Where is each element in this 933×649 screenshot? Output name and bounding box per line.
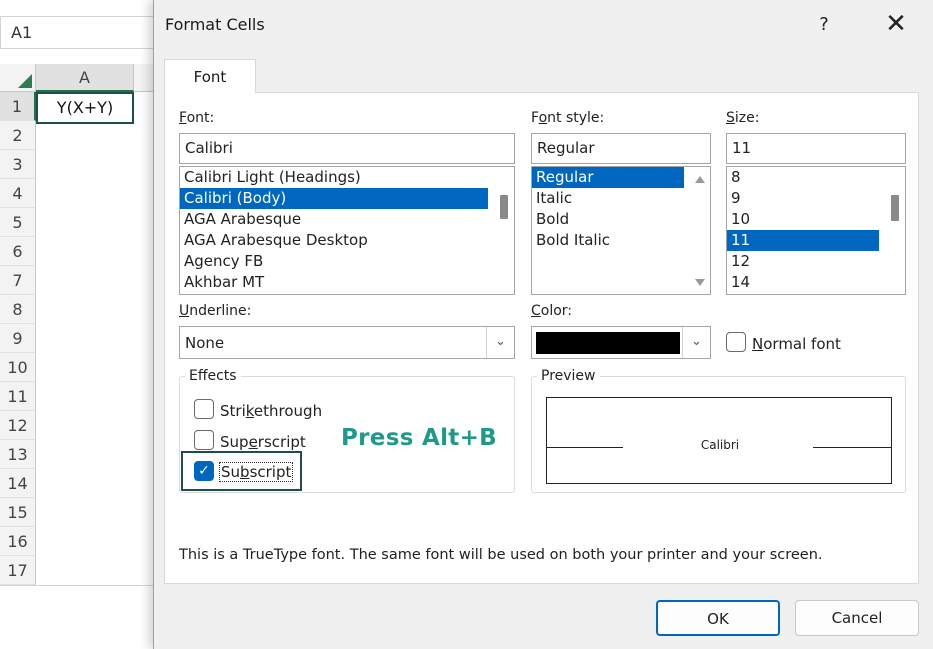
superscript-label[interactable]: Superscript xyxy=(220,433,306,451)
scroll-down-arrow-icon[interactable] xyxy=(695,279,705,286)
list-item[interactable]: 8 xyxy=(727,167,905,188)
dialog-titlebar[interactable]: Format Cells ? ✕ xyxy=(154,0,933,50)
font-style-list-scrollbar[interactable] xyxy=(690,167,710,294)
underline-select[interactable]: None ⌄ xyxy=(179,326,515,359)
underline-value: None xyxy=(185,334,225,352)
row-header[interactable]: 1 xyxy=(0,92,36,121)
preview-sample-text: Calibri xyxy=(700,438,740,452)
row-header[interactable]: 17 xyxy=(0,556,36,585)
subscript-checkbox[interactable]: ✓ xyxy=(194,461,214,481)
row-header[interactable]: 6 xyxy=(0,237,36,266)
list-item-selected[interactable]: Regular xyxy=(532,167,684,188)
list-item[interactable]: AGA Arabesque xyxy=(180,209,514,230)
list-item[interactable]: 10 xyxy=(727,209,905,230)
size-list-scrollbar[interactable] xyxy=(885,167,905,294)
shortcut-hint: Press Alt+B xyxy=(341,425,497,451)
font-list-scrollbar[interactable] xyxy=(494,167,514,294)
checkmark-icon: ✓ xyxy=(198,463,210,479)
normal-font-label[interactable]: Normal font xyxy=(752,335,841,353)
color-select[interactable]: ⌄ xyxy=(531,326,711,359)
row-header[interactable]: 10 xyxy=(0,353,36,382)
row-header[interactable]: 4 xyxy=(0,179,36,208)
superscript-checkbox[interactable] xyxy=(194,430,214,450)
list-item[interactable]: AGA Arabesque Desktop xyxy=(180,230,514,251)
list-item[interactable]: Agency FB xyxy=(180,251,514,272)
dialog-title: Format Cells xyxy=(165,15,265,34)
font-style-list[interactable]: Regular Italic Bold Bold Italic xyxy=(531,166,711,295)
list-item[interactable]: 9 xyxy=(727,188,905,209)
list-item[interactable]: Bold Italic xyxy=(532,230,710,251)
format-cells-dialog: Format Cells ? ✕ Font Font: Calibri Cali… xyxy=(153,0,933,649)
chevron-down-icon[interactable]: ⌄ xyxy=(682,327,710,358)
close-icon[interactable]: ✕ xyxy=(874,6,918,42)
preview-title: Preview xyxy=(537,368,600,384)
row-header[interactable]: 15 xyxy=(0,498,36,527)
font-label: Font: xyxy=(179,110,215,126)
row-header[interactable]: 2 xyxy=(0,121,36,150)
font-style-label: Font style: xyxy=(531,110,605,126)
name-box[interactable]: A1 xyxy=(0,16,158,49)
row-header[interactable]: 12 xyxy=(0,411,36,440)
select-all-triangle-icon xyxy=(18,74,32,88)
scroll-up-arrow-icon[interactable] xyxy=(695,176,705,183)
list-item[interactable]: 14 xyxy=(727,272,905,293)
row-header[interactable]: 3 xyxy=(0,150,36,179)
font-list[interactable]: Calibri Light (Headings) Calibri (Body) … xyxy=(179,166,515,295)
row-header[interactable]: 5 xyxy=(0,208,36,237)
row-header[interactable]: 7 xyxy=(0,266,36,295)
row-header[interactable]: 9 xyxy=(0,324,36,353)
list-item-selected[interactable]: 11 xyxy=(727,230,879,251)
list-item-selected[interactable]: Calibri (Body) xyxy=(180,188,488,209)
list-item[interactable]: Akhbar MT xyxy=(180,272,514,293)
font-style-input[interactable]: Regular xyxy=(531,133,711,164)
row-header[interactable]: 16 xyxy=(0,527,36,556)
strikethrough-label[interactable]: Strikethrough xyxy=(220,402,322,420)
size-input[interactable]: 11 xyxy=(726,133,906,164)
underline-label: Underline: xyxy=(179,303,252,319)
column-header-a[interactable]: A xyxy=(36,64,134,92)
chevron-down-icon[interactable]: ⌄ xyxy=(486,327,514,358)
ok-button[interactable]: OK xyxy=(656,600,780,636)
scrollbar-thumb[interactable] xyxy=(500,195,508,219)
color-swatch xyxy=(536,332,680,354)
row-header[interactable]: 13 xyxy=(0,440,36,469)
tab-font[interactable]: Font xyxy=(164,59,256,93)
strikethrough-checkbox[interactable] xyxy=(194,399,214,419)
list-item[interactable]: Bold xyxy=(532,209,710,230)
list-item[interactable]: 12 xyxy=(727,251,905,272)
normal-font-checkbox[interactable] xyxy=(726,332,746,352)
preview-box: Calibri xyxy=(546,397,892,484)
row-headers: 1 2 3 4 5 6 7 8 9 10 11 12 13 14 15 16 1… xyxy=(0,92,36,585)
size-label: Size: xyxy=(726,110,760,126)
truetype-note: This is a TrueType font. The same font w… xyxy=(179,547,823,563)
font-input[interactable]: Calibri xyxy=(179,133,515,164)
size-list[interactable]: 8 9 10 11 12 14 xyxy=(726,166,906,295)
color-label: Color: xyxy=(531,303,573,319)
cell-a1[interactable]: Y(X+Y) xyxy=(36,92,134,124)
worksheet-grid: A 1 2 3 4 5 6 7 8 9 10 11 12 13 14 15 16… xyxy=(0,64,160,586)
list-item[interactable]: Italic xyxy=(532,188,710,209)
cancel-button[interactable]: Cancel xyxy=(795,600,919,636)
scrollbar-thumb[interactable] xyxy=(891,195,899,221)
row-header[interactable]: 14 xyxy=(0,469,36,498)
subscript-label[interactable]: Subscript xyxy=(218,462,294,482)
help-button[interactable]: ? xyxy=(809,10,839,40)
select-all-corner[interactable] xyxy=(0,64,36,92)
row-header[interactable]: 11 xyxy=(0,382,36,411)
list-item[interactable]: Calibri Light (Headings) xyxy=(180,167,514,188)
row-header[interactable]: 8 xyxy=(0,295,36,324)
effects-title: Effects xyxy=(185,368,241,384)
